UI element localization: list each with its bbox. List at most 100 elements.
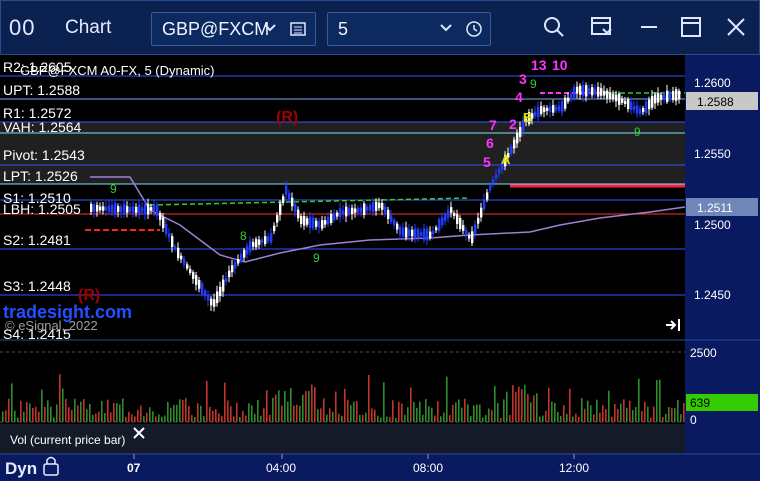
volume-bar [569, 388, 571, 422]
clock-icon[interactable] [465, 20, 483, 43]
candle [498, 168, 501, 174]
volume-bar [344, 388, 346, 422]
candle [279, 203, 282, 215]
volume-bar [29, 403, 31, 422]
volume-bar [200, 405, 202, 422]
level-label: LBH: 1.2505 [3, 201, 81, 217]
volume-bar [560, 415, 562, 422]
candle [405, 227, 408, 238]
chevron-down-icon[interactable] [262, 20, 278, 41]
volume-bar [416, 407, 418, 422]
volume-bar [512, 385, 514, 422]
volume-bar [443, 412, 445, 422]
dyn-label[interactable]: Dyn [5, 459, 37, 478]
volume-bar [80, 401, 82, 422]
volume-bar [248, 403, 250, 422]
chart-area[interactable]: (R) (R) A B 7 6 5 4 3 2 13 10 9 9 9 8 9 … [0, 55, 760, 481]
volume-bar [608, 390, 610, 422]
interval-value: 5 [338, 19, 349, 39]
candle [327, 216, 330, 225]
candle [249, 240, 252, 252]
candle [267, 236, 270, 242]
candle [594, 88, 597, 95]
candle [474, 224, 477, 234]
volume-bar [614, 403, 616, 422]
volume-bar [674, 408, 676, 422]
sequential-count: 2 [509, 116, 517, 132]
template-icon[interactable] [589, 14, 619, 44]
volume-bar [635, 406, 637, 422]
volume-bar [152, 411, 154, 422]
candle [645, 101, 648, 114]
candle [537, 106, 540, 118]
volume-bar [305, 391, 307, 422]
volume-bar [617, 409, 619, 422]
candle [396, 223, 399, 230]
volume-bar [110, 412, 112, 422]
volume-bar [206, 380, 208, 422]
search-icon[interactable] [541, 14, 571, 44]
chart-header: GBP@FXCM A0-FX, 5 (Dynamic) [20, 63, 215, 78]
volume-bar [599, 412, 601, 422]
volume-bar [239, 417, 241, 422]
candle [237, 259, 240, 264]
green-count: 9 [634, 125, 641, 139]
candle [411, 229, 414, 237]
candle [618, 93, 621, 105]
candle [657, 92, 660, 103]
sequential-count: 6 [486, 135, 494, 151]
time-axis[interactable] [0, 454, 760, 481]
candle [444, 213, 447, 222]
close-icon[interactable] [723, 14, 753, 44]
candle [126, 206, 129, 213]
candle [258, 239, 261, 245]
chevron-down-icon[interactable] [438, 20, 454, 41]
volume-bar [107, 399, 109, 422]
sequential-count: 4 [515, 89, 523, 105]
list-icon[interactable] [289, 20, 307, 43]
volume-bar [212, 410, 214, 422]
candle [123, 203, 126, 215]
candle [252, 241, 255, 247]
candle [663, 93, 666, 100]
volume-bar [329, 408, 331, 422]
candle [612, 94, 615, 100]
volume-bar [20, 400, 22, 422]
candle [639, 108, 642, 115]
candle [402, 227, 405, 237]
candle [669, 91, 672, 100]
candle [216, 291, 219, 304]
volume-bar [341, 415, 343, 422]
volume-bar [2, 411, 4, 422]
chart-window-icon: 00 [9, 15, 36, 40]
level-label: VAH: 1.2564 [3, 119, 82, 135]
volume-bar [419, 401, 421, 422]
level-label: Pivot: 1.2543 [3, 147, 85, 163]
minimize-icon[interactable] [636, 14, 666, 44]
candle [450, 207, 453, 213]
symbol-dropdown[interactable]: GBP@FXCM [151, 12, 316, 46]
interval-dropdown[interactable]: 5 [327, 12, 491, 46]
candle [156, 204, 159, 216]
volume-bar [680, 414, 682, 422]
volume-bar [590, 405, 592, 422]
volume-bar [377, 415, 379, 422]
volume-bar [158, 414, 160, 422]
candle [300, 215, 303, 225]
candle [354, 208, 357, 213]
candle [423, 228, 426, 241]
volume-bar [563, 405, 565, 422]
volume-bar [128, 411, 130, 422]
maximize-icon[interactable] [678, 14, 708, 44]
volume-bar [47, 400, 49, 422]
volume-bar [5, 410, 7, 422]
candle [390, 214, 393, 223]
candle [393, 219, 396, 226]
volume-bar [353, 401, 355, 422]
volume-bar [65, 398, 67, 422]
volume-bar [398, 401, 400, 422]
price-pane[interactable] [0, 55, 685, 340]
candle [213, 299, 216, 307]
candle [654, 94, 657, 104]
volume-bar [257, 399, 259, 422]
